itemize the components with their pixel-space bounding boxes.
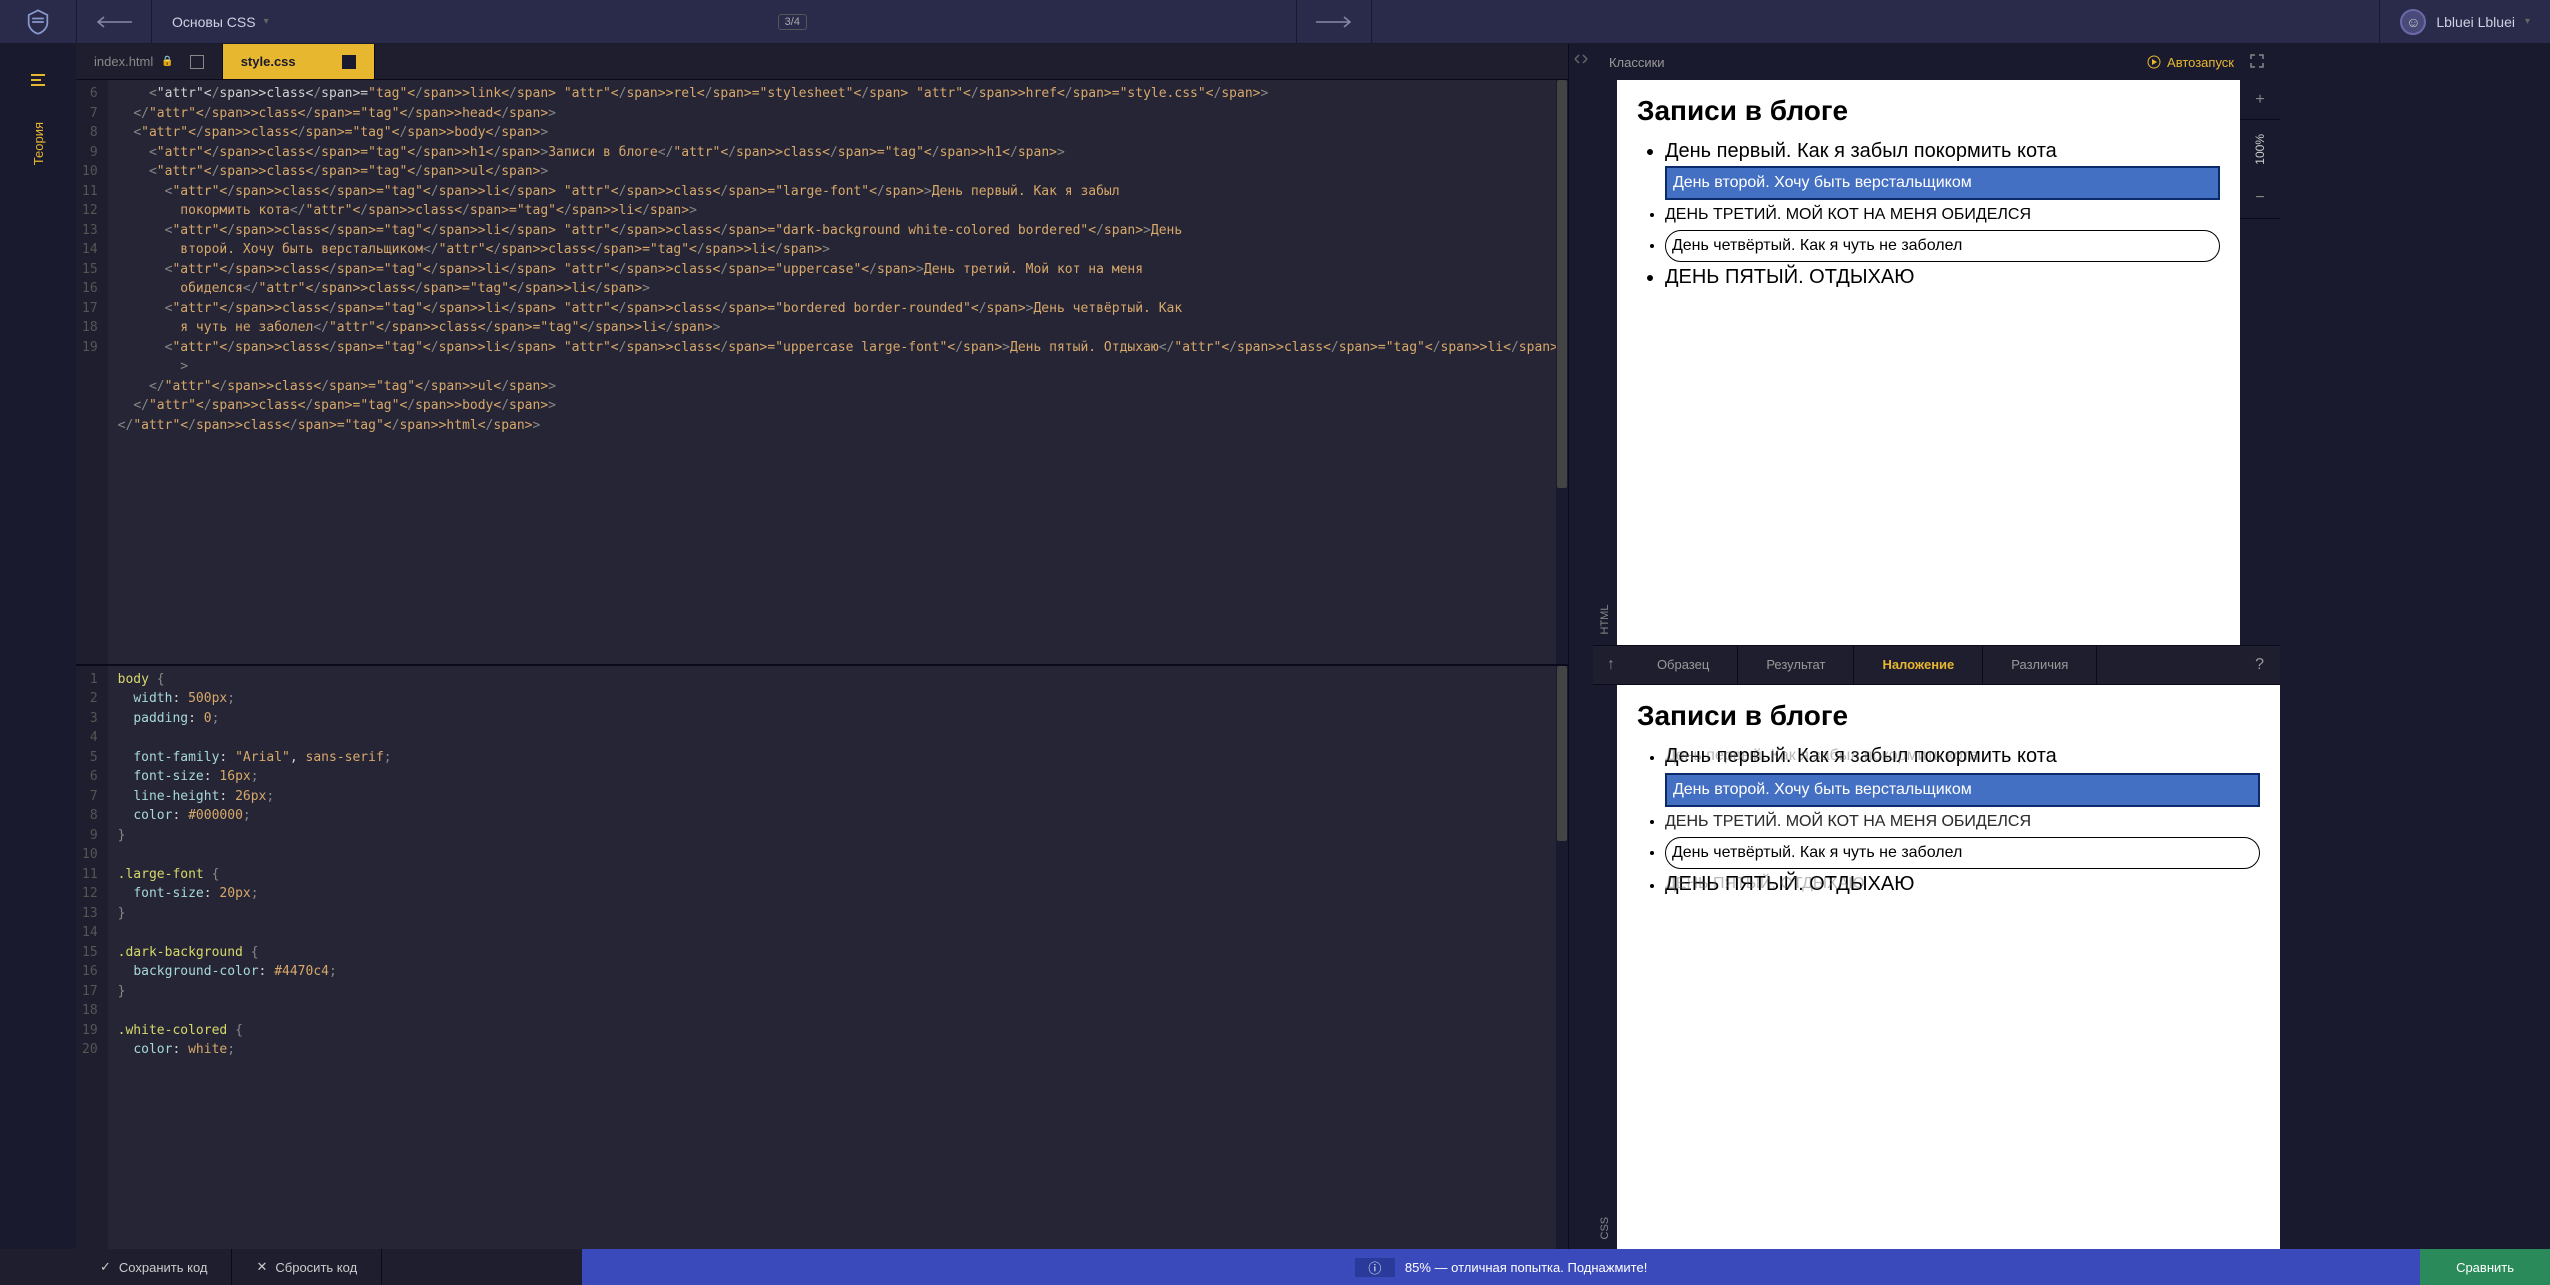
gutter: 678910111213141516171819 <box>76 80 108 664</box>
compare-tab-sample[interactable]: Образец <box>1629 646 1738 684</box>
html-editor[interactable]: 678910111213141516171819 <"attr"</span>>… <box>76 80 1568 666</box>
right-gutter <box>2280 44 2550 1249</box>
reset-label: Сбросить код <box>275 1260 357 1275</box>
autorun-label: Автозапуск <box>2167 55 2234 70</box>
preview-title: Классики <box>1609 55 1665 70</box>
code-area[interactable]: body { width: 500px; padding: 0; font-fa… <box>108 666 1568 1250</box>
compare-tab-diff[interactable]: Различия <box>1983 646 2097 684</box>
tab-style-css[interactable]: style.css <box>223 44 375 79</box>
tab-label: style.css <box>241 54 296 69</box>
zoom-label: 100% <box>2253 120 2267 179</box>
app-header: Основы CSS ▾ 3/4 ☺ Lbluei Lbluei ▾ <box>0 0 2550 44</box>
nav-forward-button[interactable] <box>1296 0 1372 44</box>
save-label: Сохранить код <box>119 1260 208 1275</box>
collapse-icon[interactable]: ↑ <box>1593 656 1629 674</box>
list-item: ДЕНЬ ТРЕТИЙ. МОЙ КОТ НА МЕНЯ ОБИДЕЛСЯ <box>1665 202 2220 228</box>
list-item: День второй. Хочу быть верстальщиком <box>1665 773 2260 807</box>
fullscreen-icon[interactable] <box>2250 54 2264 71</box>
scrollbar[interactable] <box>1556 80 1568 664</box>
username: Lbluei Lbluei <box>2436 14 2515 30</box>
save-button[interactable]: ✓ Сохранить код <box>76 1249 232 1285</box>
user-menu[interactable]: ☺ Lbluei Lbluei ▾ <box>2379 0 2550 44</box>
layout-icon <box>342 55 356 69</box>
compare-tab-overlay[interactable]: Наложение <box>1854 646 1983 684</box>
css-editor[interactable]: 1234567891011121314151617181920 body { w… <box>76 666 1568 1250</box>
autorun-toggle[interactable]: Автозапуск <box>2147 55 2234 70</box>
list-item: День второй. Хочу быть верстальщиком <box>1665 166 2220 200</box>
breadcrumb[interactable]: Основы CSS ▾ <box>152 14 289 30</box>
lock-icon: 🔒 <box>161 56 173 67</box>
compare-tab-result[interactable]: Результат <box>1738 646 1854 684</box>
list-item: День первый. Как я забыл покормить кота <box>1665 138 2220 164</box>
breadcrumb-title: Основы CSS <box>172 14 256 30</box>
code-area[interactable]: <"attr"</span>>class</span>="tag"</span>… <box>108 80 1568 664</box>
chevron-down-icon: ▾ <box>2525 16 2530 27</box>
compare-label: Сравнить <box>2456 1260 2514 1275</box>
list-item: День первый. Как я забыл покормить кота … <box>1665 743 2260 771</box>
editor-tabs: index.html 🔒 style.css <box>76 44 1568 80</box>
avatar: ☺ <box>2400 9 2426 35</box>
preview-panel: Классики Автозапуск HTML Записи в блоге … <box>1593 44 2280 1249</box>
footer: ✓ Сохранить код ✕ Сбросить код ⓘ 85% — о… <box>0 1249 2550 1285</box>
close-icon: ✕ <box>256 1259 267 1275</box>
list-item: ДЕНЬ ПЯТЫЙ. ОТДЫХАЮ ДЕНЬ ПЯТЫЙ. ОТДЫХАЮ <box>1665 871 2260 899</box>
list-item: ДЕНЬ ПЯТЫЙ. ОТДЫХАЮ <box>1665 264 2220 290</box>
zoom-out-button[interactable]: − <box>2240 179 2280 219</box>
status-text: 85% — отличная попытка. Поднажмите! <box>1405 1260 1647 1275</box>
compare-button[interactable]: Сравнить <box>2420 1249 2550 1285</box>
list-item: День четвёртый. Как я чуть не заболел <box>1665 837 2260 869</box>
help-button[interactable]: ? <box>2239 656 2280 674</box>
layout-icon <box>190 55 204 69</box>
progress-indicator: 3/4 <box>778 14 807 30</box>
zoom-in-button[interactable]: + <box>2240 80 2280 120</box>
tab-index-html[interactable]: index.html 🔒 <box>76 44 223 79</box>
resize-handle[interactable] <box>1569 44 1593 1249</box>
preview-frame-bottom: Записи в блоге День первый. Как я забыл … <box>1617 685 2280 1250</box>
preview-list: День первый. Как я забыл покормить кота … <box>1637 138 2220 290</box>
theory-tab[interactable]: Теория <box>31 122 46 165</box>
reset-button[interactable]: ✕ Сбросить код <box>232 1249 382 1285</box>
editor-panel: index.html 🔒 style.css 67891011121314151… <box>76 44 1569 1249</box>
list-item: День четвёртый. Как я чуть не заболел <box>1665 230 2220 262</box>
css-label: CSS <box>1593 685 1617 1250</box>
zoom-controls: + 100% − <box>2240 80 2280 645</box>
preview-header: Классики Автозапуск <box>1593 44 2280 80</box>
check-icon: ✓ <box>100 1259 111 1275</box>
chevron-down-icon: ▾ <box>264 16 269 27</box>
preview-list: День первый. Как я забыл покормить кота … <box>1637 743 2260 899</box>
nav-back-button[interactable] <box>76 0 152 44</box>
left-sidebar: Теория <box>0 44 76 1249</box>
logo[interactable] <box>0 8 76 36</box>
gutter: 1234567891011121314151617181920 <box>76 666 108 1250</box>
info-icon: ⓘ <box>1355 1258 1395 1277</box>
preview-heading: Записи в блоге <box>1637 703 2260 729</box>
html-label: HTML <box>1593 80 1617 645</box>
list-item: ДЕНЬ ТРЕТИЙ. МОЙ КОТ НА МЕНЯ ОБИДЕЛСЯ ДЕ… <box>1665 809 2260 835</box>
tab-label: index.html <box>94 54 153 69</box>
status-message[interactable]: ⓘ 85% — отличная попытка. Поднажмите! <box>582 1249 2420 1285</box>
scrollbar[interactable] <box>1556 666 1568 1250</box>
preview-frame-top: Записи в блоге День первый. Как я забыл … <box>1617 80 2240 645</box>
preview-heading: Записи в блоге <box>1637 98 2220 124</box>
compare-tabs: ↑ Образец Результат Наложение Различия ? <box>1593 645 2280 685</box>
menu-icon[interactable] <box>16 58 60 102</box>
